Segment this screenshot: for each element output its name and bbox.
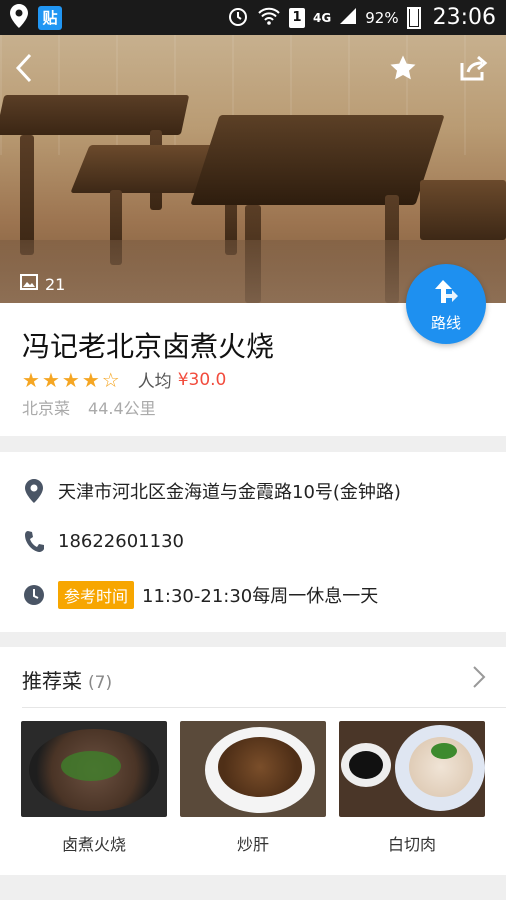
star-empty-icon: ☆ xyxy=(101,367,120,392)
dish-card[interactable]: 卤煮火烧 xyxy=(21,721,167,855)
wifi-icon xyxy=(257,6,281,30)
recommended-dishes-card: 推荐菜 (7) 卤煮火烧 炒肝 白切肉 xyxy=(0,647,506,875)
dish-photo xyxy=(339,721,485,817)
rating-row: ★ ★ ★ ★ ☆ 人均 ¥30.0 xyxy=(22,367,227,393)
photo-count-value: 21 xyxy=(45,274,66,294)
address-row[interactable]: 天津市河北区金海道与金霞路10号(金钟路) xyxy=(22,478,401,504)
hours-tag: 参考时间 xyxy=(58,581,135,609)
dish-photo xyxy=(21,721,167,817)
route-button-label: 路线 xyxy=(430,313,461,332)
cuisine-label: 北京菜 xyxy=(22,399,71,418)
star-filled-icon: ★ xyxy=(61,367,80,392)
alarm-icon xyxy=(227,5,249,31)
dish-name: 卤煮火烧 xyxy=(61,835,126,854)
signal-icon xyxy=(339,7,357,29)
sim-indicator: 1 xyxy=(289,7,306,28)
location-pin-icon xyxy=(10,3,28,32)
image-icon xyxy=(20,274,38,294)
address-text: 天津市河北区金海道与金霞路10号(金钟路) xyxy=(58,482,401,503)
favorite-star-icon[interactable] xyxy=(388,53,418,87)
distance-label: 44.4公里 xyxy=(88,399,156,418)
recommended-count: (7) xyxy=(88,673,113,693)
star-filled-icon: ★ xyxy=(81,367,100,392)
route-button[interactable]: 路线 xyxy=(406,264,486,344)
chevron-right-icon[interactable] xyxy=(472,665,486,693)
dish-card[interactable]: 白切肉 xyxy=(339,721,485,855)
meta-row: 北京菜 44.4公里 xyxy=(22,395,156,419)
star-filled-icon: ★ xyxy=(41,367,60,392)
star-filled-icon: ★ xyxy=(22,367,40,392)
network-type: 4G xyxy=(313,10,332,25)
dish-name: 白切肉 xyxy=(387,835,436,854)
tieba-badge-icon: 贴 xyxy=(38,5,62,30)
restaurant-photo[interactable] xyxy=(0,35,506,303)
battery-icon xyxy=(406,6,421,29)
clock: 23:06 xyxy=(432,5,496,30)
dish-card[interactable]: 炒肝 xyxy=(180,721,326,855)
route-arrow-icon xyxy=(431,276,461,310)
restaurant-name: 冯记老北京卤煮火烧 xyxy=(22,330,275,363)
avg-price-label: 人均 xyxy=(137,372,172,392)
recommended-header[interactable]: 推荐菜 (7) xyxy=(22,665,112,694)
dish-name: 炒肝 xyxy=(236,835,269,854)
avg-price-value: ¥30.0 xyxy=(177,369,227,390)
recommended-title: 推荐菜 xyxy=(22,669,82,693)
location-pin-icon xyxy=(22,479,46,503)
back-icon[interactable] xyxy=(14,53,34,87)
status-bar: 贴 1 4G 92% 23:06 xyxy=(0,0,506,35)
share-icon[interactable] xyxy=(458,53,488,87)
clock-icon xyxy=(22,584,46,606)
battery-percent: 92% xyxy=(365,8,399,27)
phone-row[interactable]: 18622601130 xyxy=(22,530,184,552)
hours-row: 参考时间 11:30-21:30每周一休息一天 xyxy=(22,581,378,609)
dish-photo xyxy=(180,721,326,817)
hours-text: 11:30-21:30每周一休息一天 xyxy=(142,586,379,607)
divider xyxy=(22,707,506,708)
photo-count[interactable]: 21 xyxy=(20,274,65,294)
phone-icon xyxy=(22,530,46,552)
details-card: 天津市河北区金海道与金霞路10号(金钟路) 18622601130 参考时间 1… xyxy=(0,452,506,632)
phone-number: 18622601130 xyxy=(58,530,184,552)
